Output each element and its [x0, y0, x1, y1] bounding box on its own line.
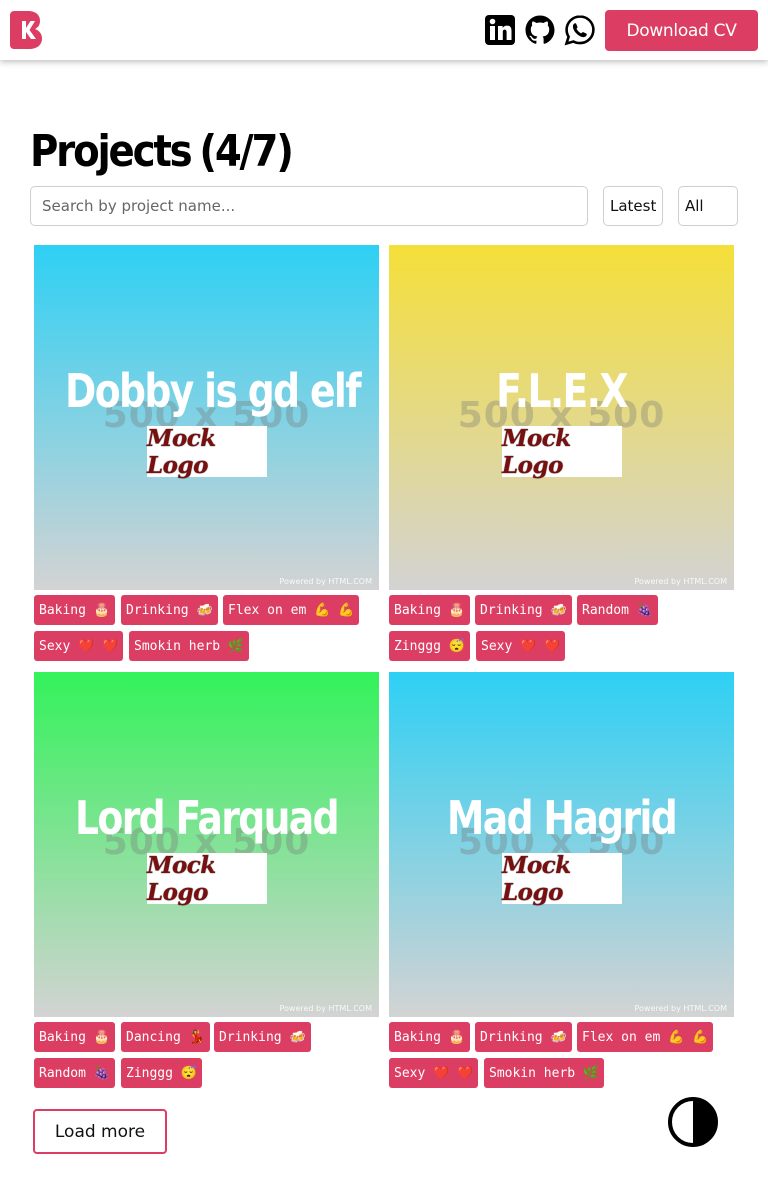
powered-by-text: Powered by HTML.COM — [279, 577, 373, 586]
tag-chip[interactable]: Flex on em 💪 💪 — [223, 595, 360, 625]
github-link[interactable] — [524, 14, 556, 46]
project-card[interactable]: 500 x 500 Lord Farquad Mock Logo Powered… — [34, 672, 379, 1088]
project-card[interactable]: 500 x 500 Dobby is gd elf Mock Logo Powe… — [34, 245, 379, 661]
whatsapp-icon — [564, 15, 595, 46]
tag-chip[interactable]: Drinking 🍻 — [214, 1022, 311, 1052]
tag-chip[interactable]: Baking 🎂 — [34, 595, 115, 625]
category-filter-select[interactable]: All — [678, 186, 738, 226]
tag-chip[interactable]: Random 🍇 — [34, 1058, 115, 1088]
mock-logo: Mock Logo — [147, 852, 267, 906]
powered-by-text: Powered by HTML.COM — [634, 577, 728, 586]
theme-toggle-button[interactable] — [668, 1097, 718, 1147]
project-card[interactable]: 500 x 500 F.L.E.X Mock Logo Powered by H… — [389, 245, 734, 661]
github-icon — [525, 15, 555, 44]
linkedin-link[interactable] — [484, 14, 516, 46]
tag-chip[interactable]: Drinking 🍻 — [475, 595, 572, 625]
tag-chip[interactable]: Random 🍇 — [577, 595, 658, 625]
tag-chip[interactable]: Drinking 🍻 — [121, 595, 218, 625]
tag-chip[interactable]: Sexy ❤️ ❤️ — [34, 631, 124, 661]
tag-chip[interactable]: Drinking 🍻 — [475, 1022, 572, 1052]
tag-chip[interactable]: Flex on em 💪 💪 — [577, 1022, 714, 1052]
tag-chip[interactable]: Sexy ❤️ ❤️ — [389, 1058, 479, 1088]
download-cv-button[interactable]: Download CV — [605, 10, 758, 51]
tag-chip[interactable]: Sexy ❤️ ❤️ — [476, 631, 566, 661]
powered-by-text: Powered by HTML.COM — [634, 1004, 728, 1013]
project-thumbnail[interactable]: 500 x 500 Lord Farquad Mock Logo Powered… — [34, 672, 379, 1017]
linkedin-icon — [485, 15, 515, 45]
page-title: Projects (4/7) — [30, 124, 294, 180]
project-title: F.L.E.X — [496, 364, 628, 418]
mock-logo: Mock Logo — [147, 425, 267, 479]
project-title: Lord Farquad — [75, 791, 340, 845]
contrast-icon — [668, 1097, 718, 1147]
tag-chip[interactable]: Dancing 💃 — [121, 1022, 210, 1052]
sort-select[interactable]: Latest — [603, 186, 663, 226]
page-title-text: Projects — [30, 126, 193, 177]
project-title: Dobby is gd elf — [65, 364, 362, 418]
project-thumbnail[interactable]: 500 x 500 Dobby is gd elf Mock Logo Powe… — [34, 245, 379, 590]
load-more-button[interactable]: Load more — [33, 1109, 167, 1154]
brand-logo-icon[interactable] — [10, 11, 42, 49]
project-thumbnail[interactable]: 500 x 500 Mad Hagrid Mock Logo Powered b… — [389, 672, 734, 1017]
tag-chip[interactable]: Baking 🎂 — [389, 1022, 470, 1052]
tag-chip[interactable]: Smokin herb 🌿 — [129, 631, 250, 661]
tag-chip[interactable]: Baking 🎂 — [34, 1022, 115, 1052]
project-thumbnail[interactable]: 500 x 500 F.L.E.X Mock Logo Powered by H… — [389, 245, 734, 590]
powered-by-text: Powered by HTML.COM — [279, 1004, 373, 1013]
project-card[interactable]: 500 x 500 Mad Hagrid Mock Logo Powered b… — [389, 672, 734, 1088]
navbar: Download CV — [0, 0, 768, 60]
project-title: Mad Hagrid — [446, 791, 678, 845]
tag-chip[interactable]: Baking 🎂 — [389, 595, 470, 625]
tag-chip[interactable]: Zinggg 😴 — [121, 1058, 202, 1088]
whatsapp-link[interactable] — [564, 14, 596, 46]
search-input[interactable] — [30, 186, 588, 226]
mock-logo: Mock Logo — [502, 425, 622, 479]
tag-chip[interactable]: Smokin herb 🌿 — [484, 1058, 605, 1088]
mock-logo: Mock Logo — [502, 852, 622, 906]
tag-chip[interactable]: Zinggg 😴 — [389, 631, 470, 661]
project-count: (4/7) — [199, 126, 294, 177]
